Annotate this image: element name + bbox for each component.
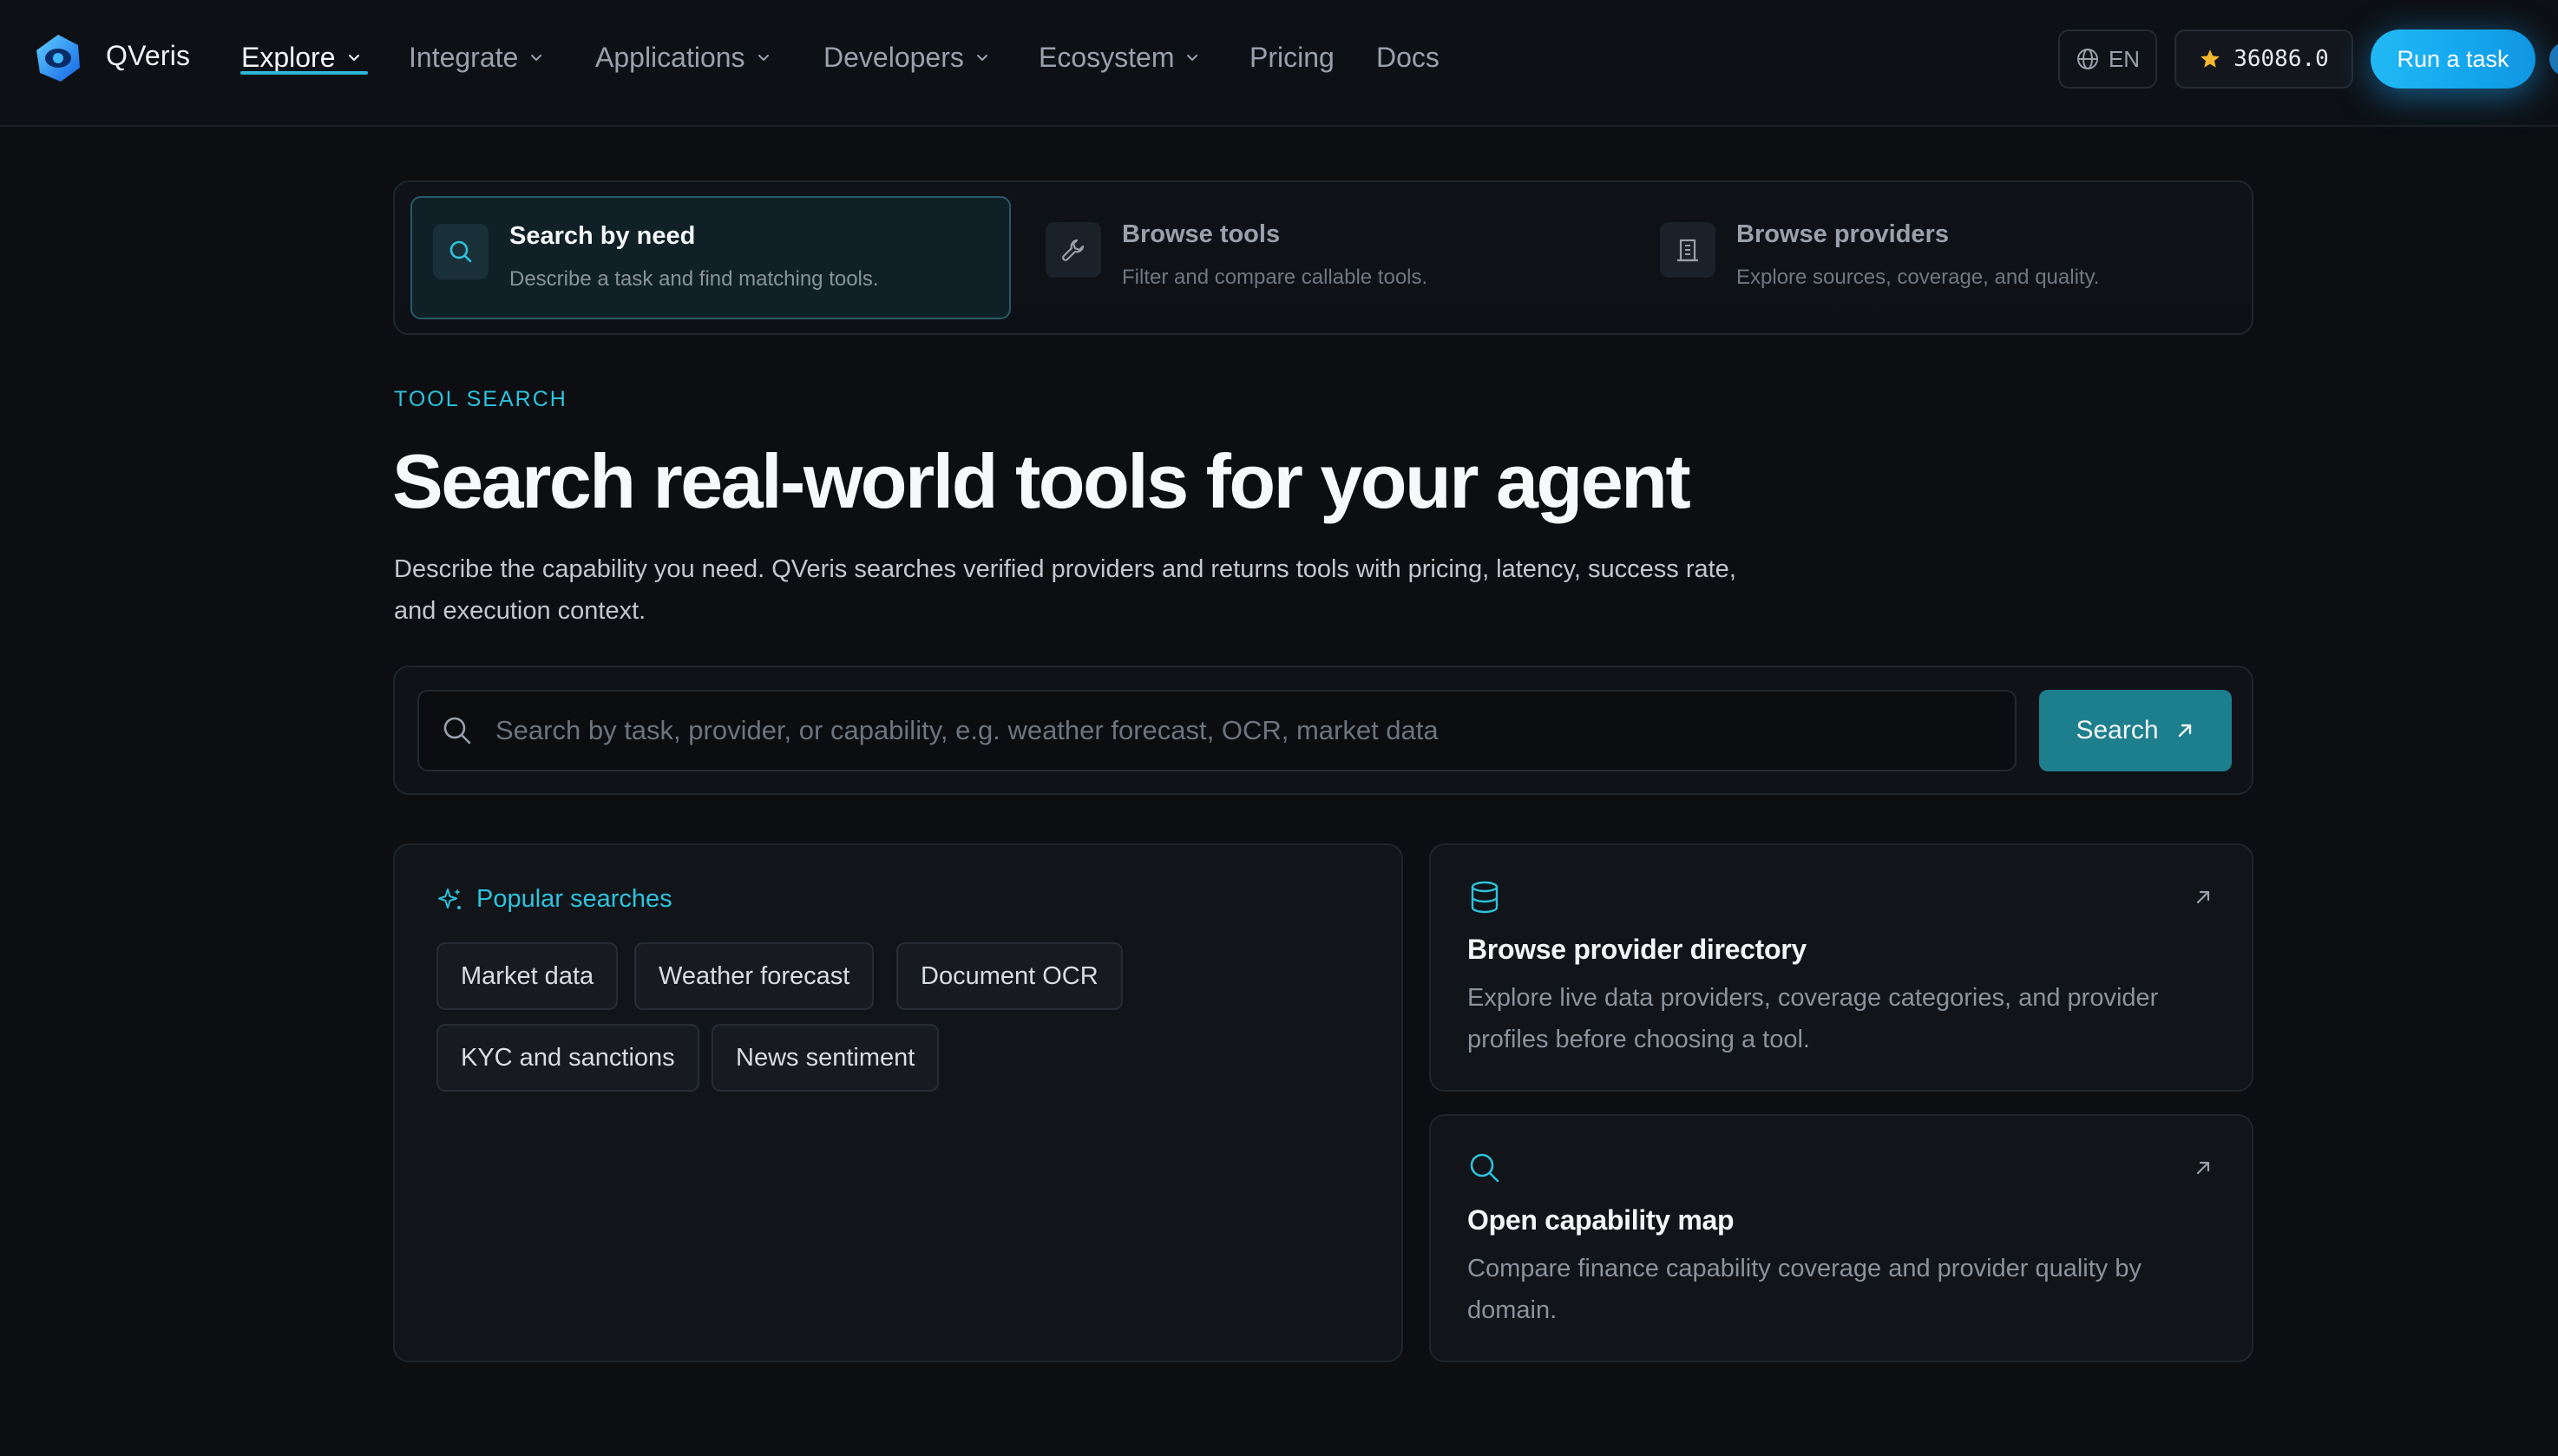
popular-searches-title: Popular searches xyxy=(476,885,672,913)
tab-description: Filter and compare callable tools. xyxy=(1122,266,1428,289)
arrow-up-right-icon xyxy=(2196,890,2210,904)
tab-title: Browse providers xyxy=(1736,220,1949,248)
nav-item-ecosystem[interactable]: Ecosystem xyxy=(1039,38,1200,76)
tab-title: Search by need xyxy=(509,222,696,250)
card-title: Open capability map xyxy=(1467,1204,1735,1236)
nav-item-label: Ecosystem xyxy=(1039,41,1175,73)
nav-item-integrate[interactable]: Integrate xyxy=(409,38,544,76)
card-description: Compare finance capability coverage and … xyxy=(1467,1255,2142,1324)
globe-icon xyxy=(2076,49,2098,69)
language-selector-button[interactable]: EN xyxy=(2058,30,2157,89)
tab-browse-tools[interactable]: Browse tools Filter and compare callable… xyxy=(1025,196,1625,319)
language-label: EN xyxy=(2108,45,2141,72)
page-title: Search real-world tools for your agent xyxy=(392,438,1691,524)
page-description: Describe the capability you need. QVeris… xyxy=(394,555,1736,625)
search-panel: Search xyxy=(393,666,2253,795)
github-star-button[interactable]: 36086.0 xyxy=(2174,30,2353,89)
sparkles-icon xyxy=(438,888,461,909)
search-button[interactable]: Search xyxy=(2039,690,2232,771)
chevron-down-icon xyxy=(348,54,359,62)
card-description: Explore live data providers, coverage ca… xyxy=(1467,984,2159,1053)
open-capability-map-card[interactable]: Open capability map Compare finance capa… xyxy=(1429,1114,2253,1362)
nav-item-label: Integrate xyxy=(409,41,519,73)
star-count: 36086.0 xyxy=(2233,46,2329,72)
search-icon xyxy=(1470,1153,1499,1183)
nav-item-docs[interactable]: Docs xyxy=(1376,38,1440,76)
nav-item-label: Pricing xyxy=(1249,41,1335,73)
qveris-logo-icon[interactable] xyxy=(31,31,85,85)
nav-item-label: Developers xyxy=(823,41,964,73)
card-title: Browse provider directory xyxy=(1467,934,1807,965)
nav-item-label: Docs xyxy=(1376,41,1440,73)
chevron-down-icon xyxy=(531,55,542,61)
tab-description: Explore sources, coverage, and quality. xyxy=(1736,266,2100,289)
chevron-down-icon xyxy=(758,55,769,61)
popular-search-chip[interactable]: Weather forecast xyxy=(634,942,875,1010)
popular-search-chip[interactable]: Market data xyxy=(436,942,619,1010)
search-icon xyxy=(433,224,489,279)
popular-searches-heading: Popular searches xyxy=(436,885,672,914)
top-navigation: QVeris Explore Integrate Applications De… xyxy=(0,0,2558,127)
nav-item-label: Applications xyxy=(595,41,745,73)
wrench-icon xyxy=(1046,222,1101,278)
popular-search-chip[interactable]: Document OCR xyxy=(896,942,1123,1010)
popular-search-chip[interactable]: News sentiment xyxy=(712,1024,940,1092)
search-mode-tabs: Search by need Describe a task and find … xyxy=(393,180,2253,335)
section-eyebrow: TOOL SEARCH xyxy=(394,387,567,411)
run-a-task-button[interactable]: Run a task xyxy=(2371,30,2535,89)
search-icon xyxy=(443,717,471,744)
tab-search-by-need[interactable]: Search by need Describe a task and find … xyxy=(410,196,1011,319)
tab-title: Browse tools xyxy=(1122,220,1281,248)
tab-description: Describe a task and find matching tools. xyxy=(509,267,879,291)
search-button-label: Search xyxy=(2076,716,2159,744)
avatar[interactable] xyxy=(2549,42,2558,76)
arrow-up-right-icon xyxy=(2178,724,2191,738)
star-icon xyxy=(2201,49,2220,68)
search-field-wrapper xyxy=(417,690,2017,771)
chevron-down-icon xyxy=(976,55,987,61)
nav-item-developers[interactable]: Developers xyxy=(823,38,990,76)
popular-search-chip[interactable]: KYC and sanctions xyxy=(436,1024,699,1092)
popular-searches-panel: Popular searches Market data Weather for… xyxy=(393,843,1403,1362)
nav-item-label: Explore xyxy=(241,41,336,73)
browse-provider-directory-card[interactable]: Browse provider directory Explore live d… xyxy=(1429,843,2253,1092)
search-input[interactable] xyxy=(495,705,2015,757)
chevron-down-icon xyxy=(1187,55,1198,61)
active-nav-underline xyxy=(240,71,368,75)
nav-item-applications[interactable]: Applications xyxy=(595,38,771,76)
database-icon xyxy=(1471,881,1499,914)
building-icon xyxy=(1660,222,1715,278)
tab-browse-providers[interactable]: Browse providers Explore sources, covera… xyxy=(1639,196,2240,319)
nav-item-pricing[interactable]: Pricing xyxy=(1249,38,1335,76)
brand-name[interactable]: QVeris xyxy=(106,40,190,72)
arrow-up-right-icon xyxy=(2196,1161,2210,1175)
